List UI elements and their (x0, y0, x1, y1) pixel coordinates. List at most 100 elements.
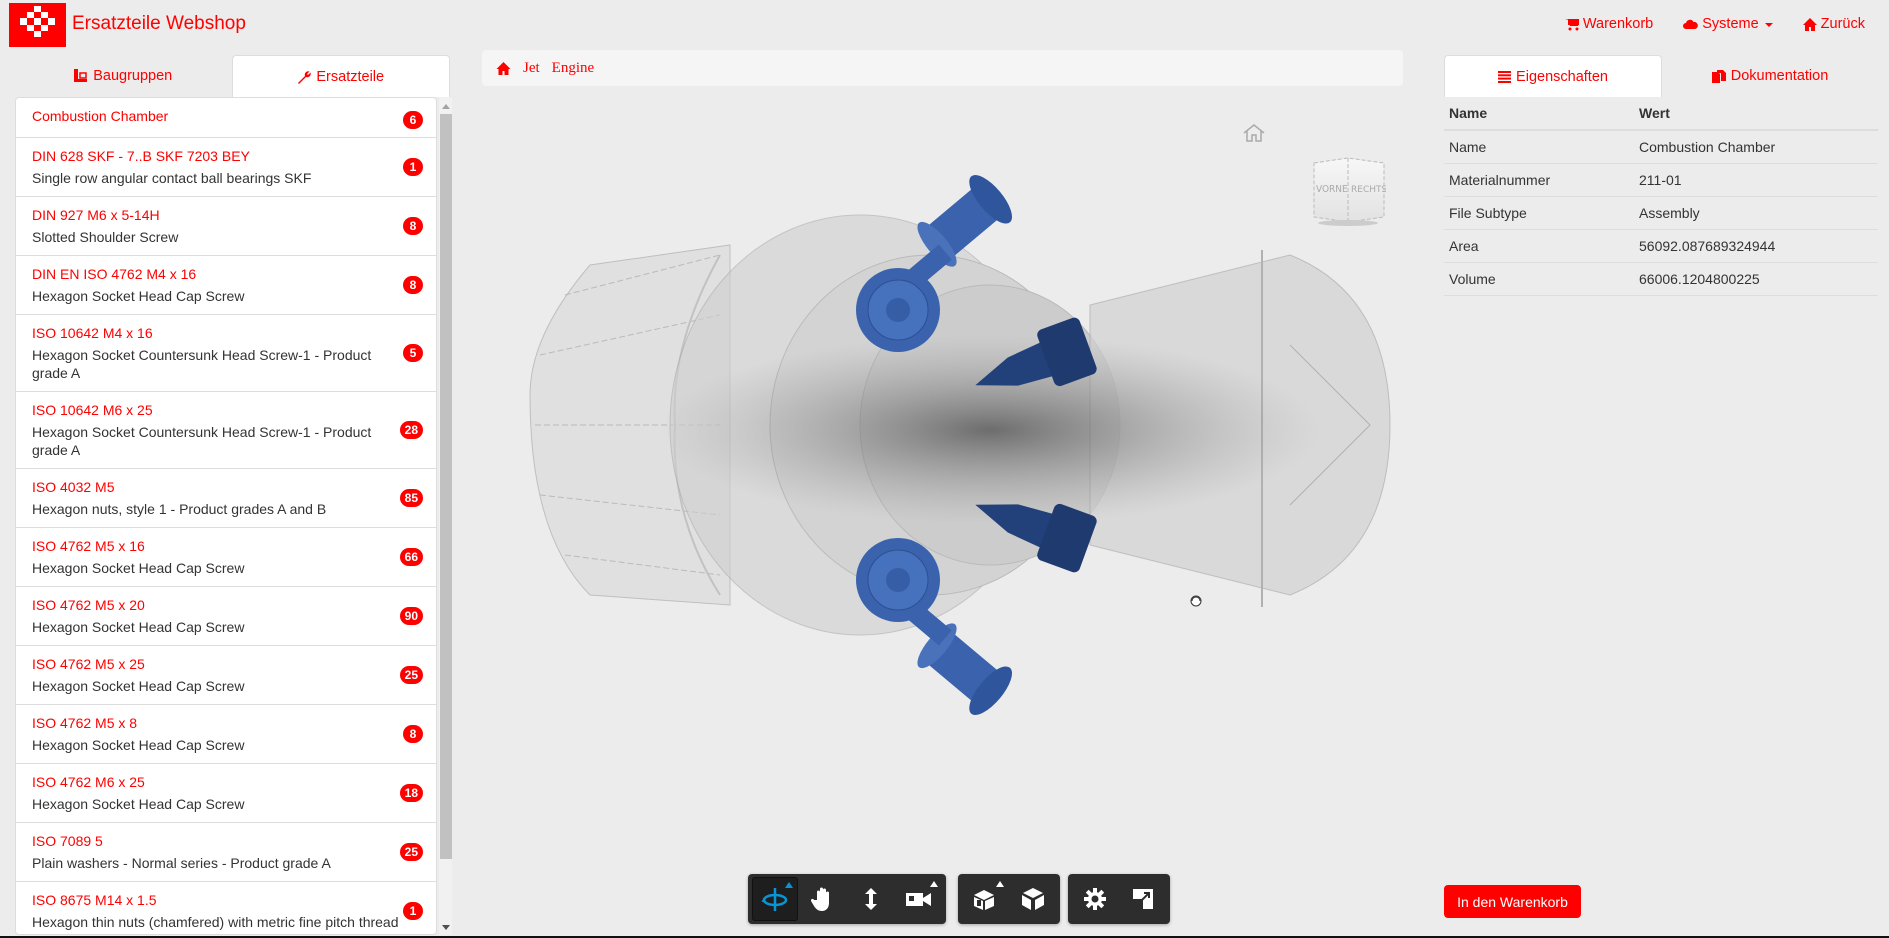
part-title: ISO 10642 M6 x 25 (32, 402, 153, 418)
part-description: Plain washers - Normal series - Product … (32, 855, 331, 871)
property-name: Name (1444, 130, 1634, 164)
part-description: Hexagon nuts, style 1 - Product grades A… (32, 501, 327, 517)
parts-list-container: Combustion Chamber 6 DIN 628 SKF - 7..B … (15, 97, 452, 935)
nav-systeme-dropdown[interactable]: Systeme (1683, 16, 1773, 32)
parts-list-scrollbar[interactable] (439, 97, 452, 935)
part-description: Hexagon Socket Head Cap Screw (32, 678, 245, 694)
brand-title[interactable]: Ersatzteile Webshop (72, 13, 246, 35)
settings-button[interactable] (1072, 877, 1118, 921)
property-name: Area (1444, 229, 1634, 263)
table-row: Volume 66006.1204800225 (1444, 262, 1878, 296)
count-badge: 1 (403, 158, 423, 176)
brand-logo[interactable] (9, 3, 66, 47)
count-badge: 66 (399, 548, 423, 566)
column-header-value: Wert (1634, 97, 1878, 131)
properties-header-row: Name Wert (1444, 97, 1878, 131)
part-description: Hexagon Socket Head Cap Screw (32, 619, 245, 635)
scroll-down-arrow-icon[interactable] (442, 925, 450, 930)
3d-viewer[interactable]: VORNE RECHTS (470, 95, 1410, 938)
list-icon (1498, 70, 1512, 83)
list-item[interactable]: ISO 4762 M5 x 25 Hexagon Socket Head Cap… (16, 646, 436, 705)
breadcrumb-item-jet[interactable]: Jet (523, 60, 540, 77)
count-badge: 85 (399, 489, 423, 507)
count-badge: 90 (399, 607, 423, 625)
list-item[interactable]: ISO 10642 M4 x 16 Hexagon Socket Counter… (16, 315, 436, 392)
viewer-toolbar-navigation (748, 874, 946, 924)
list-item[interactable]: ISO 10642 M6 x 25 Hexagon Socket Counter… (16, 392, 436, 469)
tab-baugruppen-label: Baugruppen (93, 68, 173, 84)
property-value: Combustion Chamber (1634, 130, 1878, 164)
logo-diamond-icon (20, 6, 55, 37)
zoom-arrows-icon (865, 888, 877, 910)
part-description: Hexagon Socket Head Cap Screw (32, 796, 245, 812)
scroll-up-arrow-icon[interactable] (442, 104, 450, 109)
list-item[interactable]: ISO 4032 M5 Hexagon nuts, style 1 - Prod… (16, 469, 436, 528)
property-value: 56092.087689324944 (1634, 229, 1878, 263)
add-to-cart-button[interactable]: In den Warenkorb (1444, 885, 1581, 918)
list-item[interactable]: DIN 927 M6 x 5-14H Slotted Shoulder Scre… (16, 197, 436, 256)
list-item[interactable]: ISO 8675 M14 x 1.5 Hexagon thin nuts (ch… (16, 882, 436, 934)
list-item[interactable]: DIN 628 SKF - 7..B SKF 7203 BEY Single r… (16, 138, 436, 197)
list-item[interactable]: ISO 4762 M6 x 25 Hexagon Socket Head Cap… (16, 764, 436, 823)
orbit-icon (761, 888, 788, 911)
list-item[interactable]: ISO 4762 M5 x 8 Hexagon Socket Head Cap … (16, 705, 436, 764)
parts-list: Combustion Chamber 6 DIN 628 SKF - 7..B … (15, 97, 437, 935)
orbit-cursor-icon (1190, 595, 1202, 607)
count-badge: 28 (399, 421, 423, 439)
tab-dokumentation-label: Dokumentation (1730, 68, 1829, 84)
table-row: Name Combustion Chamber (1444, 130, 1878, 164)
breadcrumb: Jet Engine (482, 50, 1403, 86)
list-item[interactable]: Combustion Chamber 6 (16, 98, 436, 138)
submenu-indicator-icon (996, 881, 1004, 887)
jet-engine-model[interactable] (470, 95, 1410, 855)
orbit-tool-button[interactable] (752, 877, 798, 921)
zoom-tool-button[interactable] (848, 877, 894, 921)
nav-systeme-label: Systeme (1702, 16, 1759, 32)
count-badge: 25 (399, 843, 423, 861)
property-name: File Subtype (1444, 196, 1634, 230)
count-badge: 5 (403, 344, 423, 362)
list-item[interactable]: DIN EN ISO 4762 M4 x 16 Hexagon Socket H… (16, 256, 436, 315)
table-row: Materialnummer 211-01 (1444, 163, 1878, 197)
part-description: Slotted Shoulder Screw (32, 229, 179, 245)
wrench-icon (298, 70, 312, 84)
list-item[interactable]: ISO 4762 M5 x 20 Hexagon Socket Head Cap… (16, 587, 436, 646)
tab-eigenschaften-label: Eigenschaften (1516, 68, 1608, 85)
submenu-indicator-icon (930, 881, 938, 887)
part-title: ISO 4762 M5 x 8 (32, 715, 138, 731)
part-title: ISO 4762 M5 x 25 (32, 656, 145, 672)
part-description: Single row angular contact ball bearings… (32, 170, 312, 186)
nav-back-link[interactable]: Zurück (1802, 16, 1865, 32)
count-badge: 1 (403, 902, 423, 920)
part-title: DIN 628 SKF - 7..B SKF 7203 BEY (32, 148, 250, 164)
property-value: Assembly (1634, 196, 1878, 230)
list-item[interactable]: ISO 4762 M5 x 16 Hexagon Socket Head Cap… (16, 528, 436, 587)
tab-dokumentation[interactable]: Dokumentation (1662, 55, 1878, 97)
nav-cart-link[interactable]: Warenkorb (1564, 16, 1654, 32)
property-name: Volume (1444, 262, 1634, 296)
properties-table: Name Wert Name Combustion Chamber Materia… (1444, 97, 1878, 296)
fullscreen-button[interactable] (1120, 877, 1166, 921)
property-value: 211-01 (1634, 163, 1878, 197)
pan-tool-button[interactable] (800, 877, 846, 921)
model-browser-button[interactable] (1010, 877, 1056, 921)
tab-eigenschaften[interactable]: Eigenschaften (1444, 55, 1662, 97)
camera-tool-button[interactable] (896, 877, 942, 921)
scrollbar-thumb[interactable] (440, 114, 452, 859)
nav-back-label: Zurück (1820, 16, 1865, 32)
count-badge: 8 (403, 276, 423, 294)
viewer-toolbar-model (958, 874, 1060, 924)
breadcrumb-item-engine[interactable]: Engine (552, 60, 595, 77)
list-item[interactable]: ISO 7089 5 Plain washers - Normal series… (16, 823, 436, 882)
part-title: ISO 4762 M5 x 20 (32, 597, 145, 613)
tab-baugruppen[interactable]: Baugruppen (15, 55, 232, 97)
nav-cart-label: Warenkorb (1582, 16, 1654, 32)
documents-icon (1711, 69, 1726, 83)
top-navbar: Ersatzteile Webshop Warenkorb Systeme Zu… (0, 0, 1889, 50)
explode-tool-button[interactable] (962, 877, 1008, 921)
tab-ersatzteile[interactable]: Ersatzteile (231, 55, 450, 97)
count-badge: 18 (399, 784, 423, 802)
breadcrumb-home-icon[interactable] (496, 61, 511, 75)
part-title: ISO 4762 M6 x 25 (32, 774, 145, 790)
part-title: ISO 4032 M5 (32, 479, 115, 495)
